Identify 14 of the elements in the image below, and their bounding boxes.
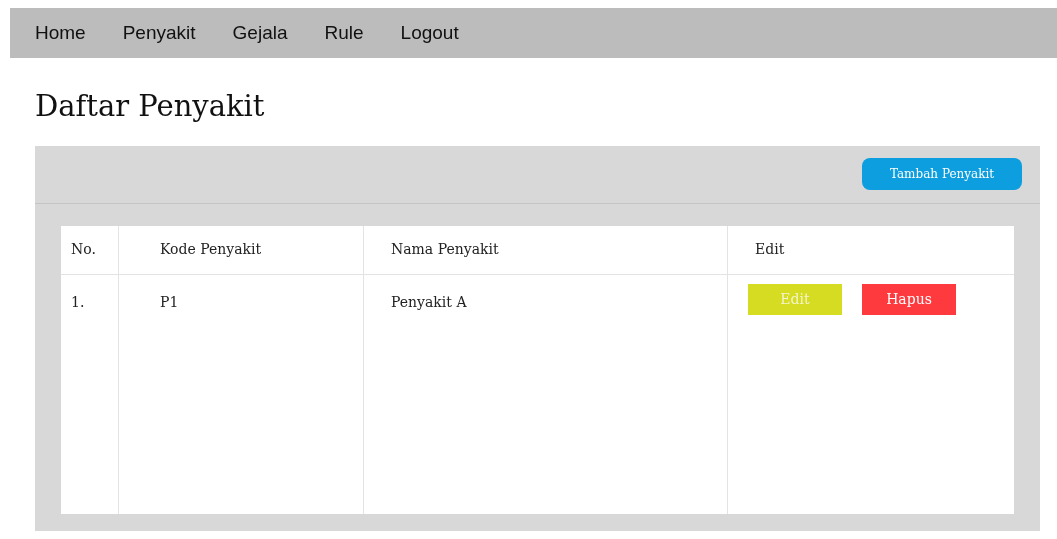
table-cell: 1. xyxy=(71,293,85,310)
column-header: Nama Penyakit xyxy=(391,240,499,259)
page-title: Daftar Penyakit xyxy=(35,88,265,125)
column-header: Kode Penyakit xyxy=(160,240,262,259)
table-cell: P1 xyxy=(160,293,179,310)
nav-link[interactable]: Home xyxy=(35,18,86,48)
nav-link[interactable]: Penyakit xyxy=(122,18,196,48)
nav-link[interactable]: Logout xyxy=(400,18,459,48)
table-cell: Penyakit A xyxy=(391,293,467,310)
nav-link[interactable]: Rule xyxy=(324,18,364,48)
nav-link[interactable]: Gejala xyxy=(232,18,288,48)
column-header: No. xyxy=(71,240,96,259)
column-header: Edit xyxy=(755,240,785,259)
delete-button[interactable]: Hapus xyxy=(862,283,956,315)
